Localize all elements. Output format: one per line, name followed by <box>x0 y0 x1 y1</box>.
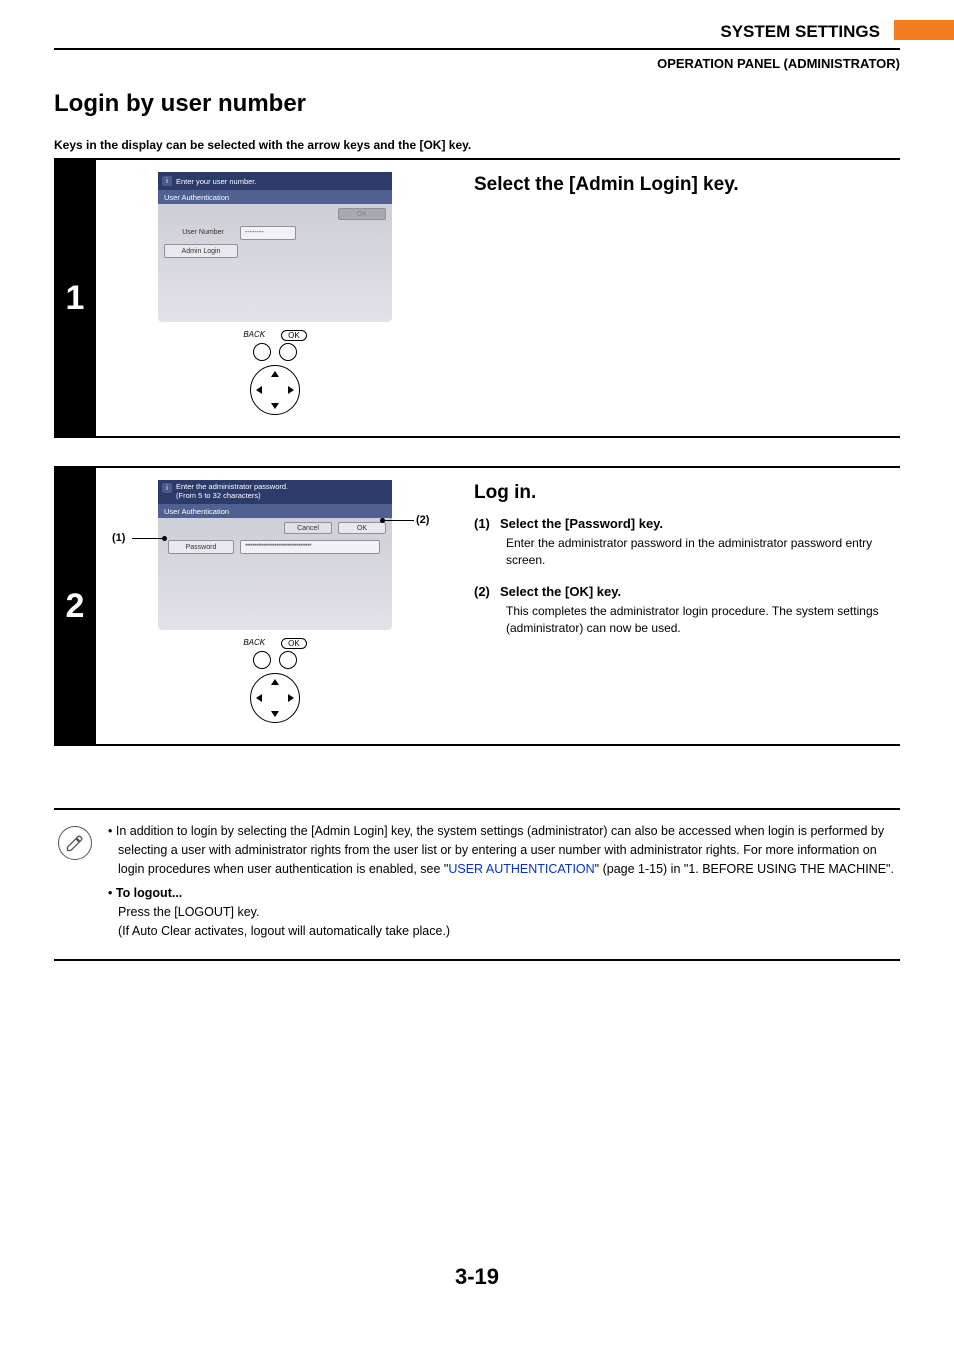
arrow-right-icon <box>288 386 294 394</box>
arrow-down-icon <box>271 711 279 717</box>
substep-2: (2)Select the [OK] key. <box>474 584 900 599</box>
rule <box>54 158 900 160</box>
note-2-title: To logout... <box>116 886 182 900</box>
step-title: Select the [Admin Login] key. <box>474 174 900 196</box>
user-number-label: User Number <box>168 226 238 240</box>
notes-text: In addition to login by selecting the [A… <box>108 822 900 947</box>
substep-desc: Enter the administrator password in the … <box>506 535 900 570</box>
note-item-1: In addition to login by selecting the [A… <box>108 822 900 878</box>
step-number: 2 <box>54 468 96 744</box>
back-button[interactable] <box>253 343 271 361</box>
arrow-up-icon <box>271 679 279 685</box>
rule <box>54 466 900 468</box>
back-label: BACK <box>243 638 265 649</box>
substep-1: (1)Select the [Password] key. <box>474 516 900 531</box>
info-icon: i <box>162 483 172 493</box>
substep-label: Select the [OK] key. <box>500 584 621 599</box>
screen-illustration: i Enter the administrator password. (Fro… <box>158 480 392 630</box>
password-field[interactable]: ************************************ <box>240 540 380 554</box>
rule <box>54 744 900 746</box>
substep-label: Select the [Password] key. <box>500 516 663 531</box>
step-instruction: Select the [Admin Login] key. <box>474 174 900 208</box>
note-1b: " (page 1-15) in "1. BEFORE USING THE MA… <box>595 862 894 876</box>
screen-title: Enter your user number. <box>176 177 256 186</box>
page-number: 3-19 <box>0 1264 954 1290</box>
callout-dot <box>162 536 167 541</box>
panel-controls: BACK OK <box>158 330 392 415</box>
section-title: SYSTEM SETTINGS <box>720 22 880 42</box>
note-item-2: To logout... Press the [LOGOUT] key. (If… <box>108 884 900 940</box>
arrow-right-icon <box>288 694 294 702</box>
substep-desc: This completes the administrator login p… <box>506 603 900 638</box>
step-number: 1 <box>54 160 96 436</box>
panel-controls: BACK OK <box>158 638 392 723</box>
screen-title-line1: Enter the administrator password. <box>176 482 288 491</box>
note-2-line2: (If Auto Clear activates, logout will au… <box>118 924 450 938</box>
step-instruction: Log in. (1)Select the [Password] key. En… <box>474 482 900 652</box>
info-icon: i <box>162 176 172 186</box>
note-2-line1: Press the [LOGOUT] key. <box>118 905 259 919</box>
ok-button[interactable]: OK <box>338 522 386 534</box>
ok-button-physical[interactable] <box>279 343 297 361</box>
screen-title-line2: (From 5 to 32 characters) <box>176 491 261 500</box>
substep-num: (2) <box>474 584 500 599</box>
notes-block: In addition to login by selecting the [A… <box>54 808 900 961</box>
callout-dot <box>380 518 385 523</box>
back-button[interactable] <box>253 651 271 669</box>
screen-titlebar: i Enter your user number. <box>158 172 392 190</box>
arrow-left-icon <box>256 386 262 394</box>
dpad[interactable] <box>250 673 300 723</box>
callout-1-label: (1) <box>112 532 125 544</box>
rule <box>54 436 900 438</box>
screen-illustration: i Enter your user number. User Authentic… <box>158 172 392 322</box>
dpad[interactable] <box>250 365 300 415</box>
admin-login-button[interactable]: Admin Login <box>164 244 238 258</box>
cancel-button[interactable]: Cancel <box>284 522 332 534</box>
user-auth-link[interactable]: USER AUTHENTICATION <box>448 862 594 876</box>
arrow-up-icon <box>271 371 279 377</box>
back-label: BACK <box>243 330 265 341</box>
arrow-left-icon <box>256 694 262 702</box>
step-2: 2 i Enter the administrator password. (F… <box>54 466 900 746</box>
step-1: 1 i Enter your user number. User Authent… <box>54 158 900 438</box>
screen-subtitlebar: User Authentication <box>158 190 392 204</box>
user-number-field[interactable]: -------- <box>240 226 296 240</box>
callout-line <box>384 520 414 521</box>
page-title: Login by user number <box>54 90 306 118</box>
ok-label: OK <box>281 638 307 649</box>
header-accent <box>894 20 954 40</box>
callout-line <box>132 538 164 539</box>
callout-2-label: (2) <box>416 514 429 526</box>
password-button[interactable]: Password <box>168 540 234 554</box>
page-intro: Keys in the display can be selected with… <box>54 138 471 152</box>
substep-num: (1) <box>474 516 500 531</box>
ok-button[interactable]: OK <box>338 208 386 220</box>
step-title: Log in. <box>474 482 900 504</box>
screen-titlebar: i Enter the administrator password. (Fro… <box>158 480 392 504</box>
arrow-down-icon <box>271 403 279 409</box>
ok-button-physical[interactable] <box>279 651 297 669</box>
screen-title-wrap: Enter the administrator password. (From … <box>176 482 288 500</box>
subsection-title: OPERATION PANEL (ADMINISTRATOR) <box>657 56 900 71</box>
ok-label: OK <box>281 330 307 341</box>
pencil-icon <box>58 826 92 860</box>
screen-subtitlebar: User Authentication <box>158 504 392 518</box>
rule <box>54 959 900 961</box>
header-rule <box>54 48 900 50</box>
